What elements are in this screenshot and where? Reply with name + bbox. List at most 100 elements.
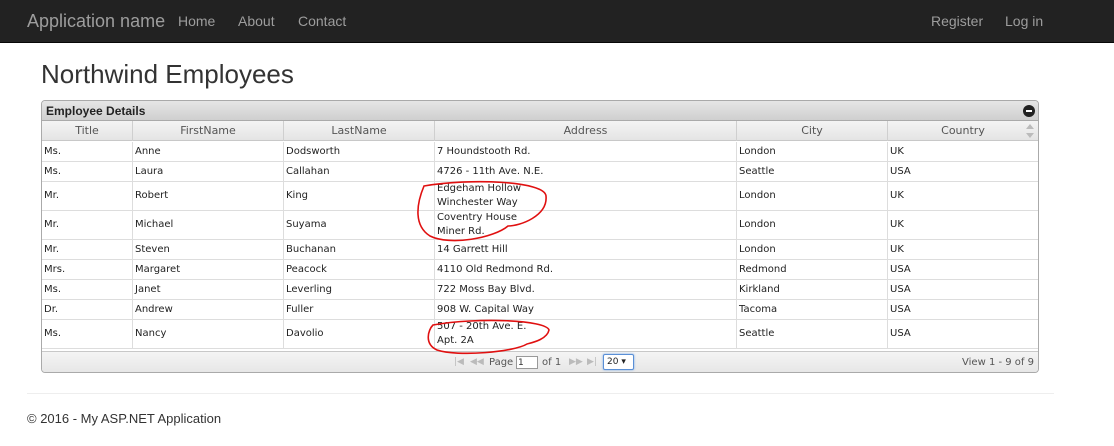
column-header-address[interactable]: Address	[435, 121, 737, 141]
cell-country: USA	[888, 320, 1038, 348]
cell-text: Fuller	[286, 303, 314, 315]
cell-title: Ms.	[42, 320, 133, 348]
cell-text: Ms.	[44, 283, 62, 295]
cell-address: 507 - 20th Ave. E. Apt. 2A	[435, 320, 737, 348]
cell-text: Mrs.	[44, 263, 66, 275]
collapse-icon[interactable]	[1023, 105, 1035, 117]
brand-link[interactable]: Application name	[27, 11, 165, 32]
sort-descending-icon[interactable]	[1026, 133, 1034, 138]
nav-contact-link[interactable]: Contact	[298, 13, 346, 29]
cell-title: Dr.	[42, 300, 133, 319]
cell-text: London	[739, 145, 776, 157]
cell-text: 14 Garrett Hill	[437, 243, 508, 255]
cell-text: 908 W. Capital Way	[437, 303, 534, 315]
cell-title: Mr.	[42, 182, 133, 210]
cell-city: Seattle	[737, 162, 888, 181]
table-row[interactable]: Ms. Janet Leverling 722 Moss Bay Blvd. Kirkl…	[42, 280, 1038, 300]
cell-text: 507 - 20th Ave. E. Apt. 2A	[437, 321, 527, 346]
cell-lastname: Davolio	[284, 320, 435, 348]
cell-firstname: Nancy	[133, 320, 284, 348]
cell-text: Redmond	[739, 263, 787, 275]
table-row[interactable]: Ms. Nancy Davolio 507 - 20th Ave. E. Apt. 2…	[42, 320, 1038, 349]
cell-text: USA	[890, 283, 911, 295]
cell-text: Seattle	[739, 328, 775, 339]
cell-text: Peacock	[286, 263, 327, 275]
cell-text: Michael	[135, 219, 174, 230]
first-page-icon[interactable]: |◀	[454, 357, 464, 367]
cell-text: Ms.	[44, 165, 62, 177]
cell-text: Janet	[135, 283, 161, 295]
cell-lastname: Fuller	[284, 300, 435, 319]
cell-text: Mr.	[44, 243, 59, 255]
cell-city: Redmond	[737, 260, 888, 279]
cell-country: UK	[888, 240, 1038, 259]
next-page-icon[interactable]: ▶▶	[569, 357, 583, 367]
table-row[interactable]: Mr. Steven Buchanan 14 Garrett Hill London UK	[42, 240, 1038, 260]
cell-address: 908 W. Capital Way	[435, 300, 737, 319]
cell-address: 7 Houndstooth Rd.	[435, 142, 737, 161]
cell-text: Davolio	[286, 328, 324, 339]
rows-per-page-select[interactable]: 20 ▾	[603, 354, 634, 370]
cell-firstname: Michael	[133, 211, 284, 239]
cell-text: Steven	[135, 243, 170, 255]
cell-lastname: King	[284, 182, 435, 210]
table-row[interactable]: Dr. Andrew Fuller 908 W. Capital Way Tacoma U…	[42, 300, 1038, 320]
prev-page-icon[interactable]: ◀◀	[470, 357, 484, 367]
table-row[interactable]: Mr. Robert King Edgeham Hollow Winchester W…	[42, 182, 1038, 211]
cell-firstname: Laura	[133, 162, 284, 181]
cell-firstname: Steven	[133, 240, 284, 259]
cell-city: London	[737, 142, 888, 161]
last-page-icon[interactable]: ▶|	[587, 357, 597, 367]
page-number-input[interactable]	[516, 356, 538, 369]
nav-about-link[interactable]: About	[238, 13, 275, 29]
nav-login-link[interactable]: Log in	[1005, 13, 1043, 29]
cell-country: USA	[888, 280, 1038, 299]
cell-text: Coventry House Miner Rd.	[437, 212, 517, 237]
cell-text: Buchanan	[286, 243, 336, 255]
page-count-label: of 1	[542, 357, 562, 368]
cell-city: Kirkland	[737, 280, 888, 299]
cell-address: 722 Moss Bay Blvd.	[435, 280, 737, 299]
table-row[interactable]: Mr. Michael Suyama Coventry House Miner Rd.…	[42, 211, 1038, 240]
nav-home-link[interactable]: Home	[178, 13, 215, 29]
cell-country: UK	[888, 182, 1038, 210]
cell-lastname: Buchanan	[284, 240, 435, 259]
cell-text: USA	[890, 303, 911, 315]
cell-country: UK	[888, 142, 1038, 161]
column-header-title[interactable]: Title	[42, 121, 133, 141]
navbar: Application name Home About Contact Regi…	[0, 0, 1114, 43]
cell-text: Ms.	[44, 328, 62, 339]
record-count-label: View 1 - 9 of 9	[962, 357, 1034, 368]
cell-text: Margaret	[135, 263, 181, 275]
employee-grid: Employee Details Title FirstName LastNam…	[41, 100, 1039, 373]
cell-country: USA	[888, 260, 1038, 279]
cell-text: 7 Houndstooth Rd.	[437, 145, 531, 157]
cell-firstname: Andrew	[133, 300, 284, 319]
cell-country: USA	[888, 300, 1038, 319]
column-header-country[interactable]: Country	[888, 121, 1038, 141]
cell-text: 4726 - 11th Ave. N.E.	[437, 165, 544, 177]
cell-text: USA	[890, 165, 911, 177]
cell-text: Kirkland	[739, 283, 780, 295]
cell-text: Ms.	[44, 145, 62, 157]
table-row[interactable]: Ms. Anne Dodsworth 7 Houndstooth Rd. London U…	[42, 142, 1038, 162]
cell-firstname: Robert	[133, 182, 284, 210]
table-row[interactable]: Ms. Laura Callahan 4726 - 11th Ave. N.E. Sea…	[42, 162, 1038, 182]
cell-firstname: Margaret	[133, 260, 284, 279]
cell-text: Andrew	[135, 303, 173, 315]
column-header-lastname[interactable]: LastName	[284, 121, 435, 141]
column-header-city[interactable]: City	[737, 121, 888, 141]
column-header-firstname[interactable]: FirstName	[133, 121, 284, 141]
page-label: Page	[489, 357, 514, 368]
table-row[interactable]: Mrs. Margaret Peacock 4110 Old Redmond Rd. R…	[42, 260, 1038, 280]
cell-text: Seattle	[739, 165, 775, 177]
cell-text: Robert	[135, 190, 169, 201]
cell-text: Callahan	[286, 165, 330, 177]
nav-register-link[interactable]: Register	[931, 13, 983, 29]
cell-country: USA	[888, 162, 1038, 181]
cell-text: Mr.	[44, 190, 59, 201]
cell-lastname: Peacock	[284, 260, 435, 279]
sort-ascending-icon[interactable]	[1026, 124, 1034, 129]
cell-text: Leverling	[286, 283, 332, 295]
cell-title: Mrs.	[42, 260, 133, 279]
